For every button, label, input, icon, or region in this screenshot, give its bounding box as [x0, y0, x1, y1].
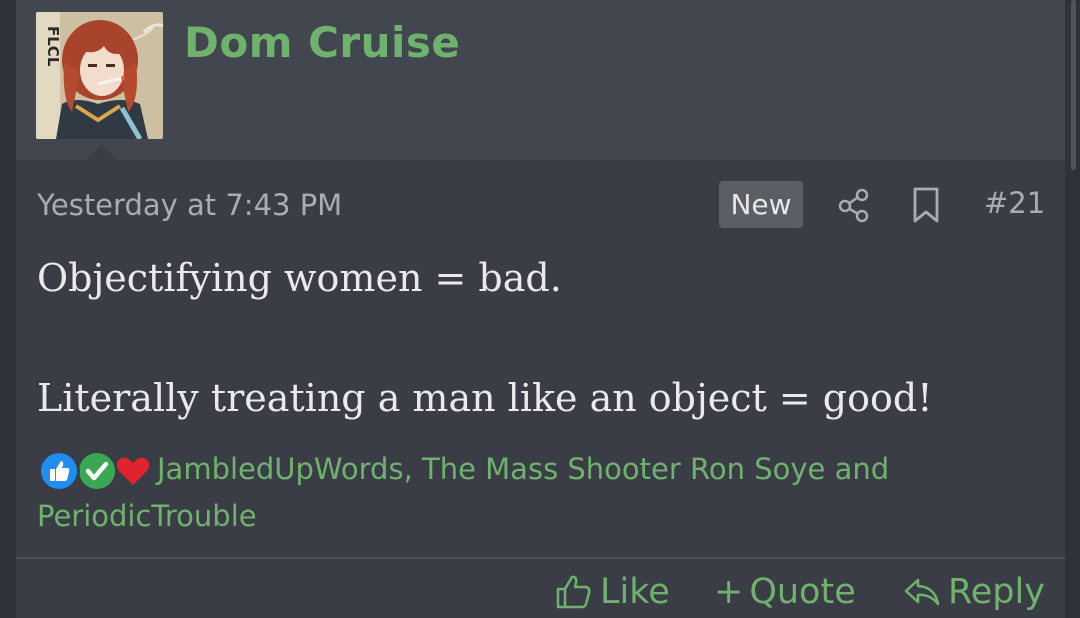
reaction-users-line2[interactable]: PeriodicTrouble: [37, 499, 257, 533]
bookmark-icon[interactable]: [911, 186, 941, 224]
post-actions-bar: Like + Quote Reply: [16, 568, 1065, 618]
username-link[interactable]: Dom Cruise: [184, 18, 460, 67]
post-number-link[interactable]: #21: [984, 186, 1045, 220]
post-user-header: FLCL Dom Cruise: [16, 0, 1065, 160]
forum-post: FLCL Dom Cruise Yesterday at 7:43 PM New: [16, 0, 1065, 618]
like-label[interactable]: Like: [600, 572, 670, 612]
reaction-icons[interactable]: [37, 449, 157, 493]
post-body: Objectifying women = bad. Literally trea…: [37, 248, 1037, 428]
post-body-line: Literally treating a man like an object …: [37, 376, 933, 420]
reply-label[interactable]: Reply: [948, 572, 1045, 612]
like-reaction-icon[interactable]: [37, 449, 81, 493]
post-date[interactable]: Yesterday at 7:43 PM: [37, 188, 342, 222]
plus-icon: +: [714, 572, 744, 612]
scrollbar-thumb[interactable]: [1071, 0, 1076, 170]
thumbs-up-icon: [556, 575, 591, 609]
reaction-users-link[interactable]: JambledUpWords, The Mass Shooter Ron Soy…: [37, 452, 889, 533]
reply-arrow-icon: [904, 578, 940, 606]
actions-divider: [16, 557, 1065, 559]
page-gutter-left: [0, 0, 16, 618]
reply-button[interactable]: Reply: [902, 572, 1045, 612]
quote-button[interactable]: + Quote: [714, 572, 856, 612]
like-button[interactable]: Like: [554, 572, 670, 612]
post-body-line: Objectifying women = bad.: [37, 256, 562, 300]
avatar-pointer: [86, 144, 118, 160]
user-avatar[interactable]: FLCL: [36, 12, 163, 139]
quote-label[interactable]: Quote: [749, 572, 855, 612]
reaction-users-line1[interactable]: JambledUpWords, The Mass Shooter Ron Soy…: [157, 452, 889, 486]
new-badge: New: [719, 181, 803, 228]
avatar-logo-text: FLCL: [44, 26, 62, 67]
agree-reaction-icon[interactable]: [75, 449, 119, 493]
reactions-bar[interactable]: JambledUpWords, The Mass Shooter Ron Soy…: [37, 446, 1017, 539]
share-icon[interactable]: [836, 186, 874, 224]
